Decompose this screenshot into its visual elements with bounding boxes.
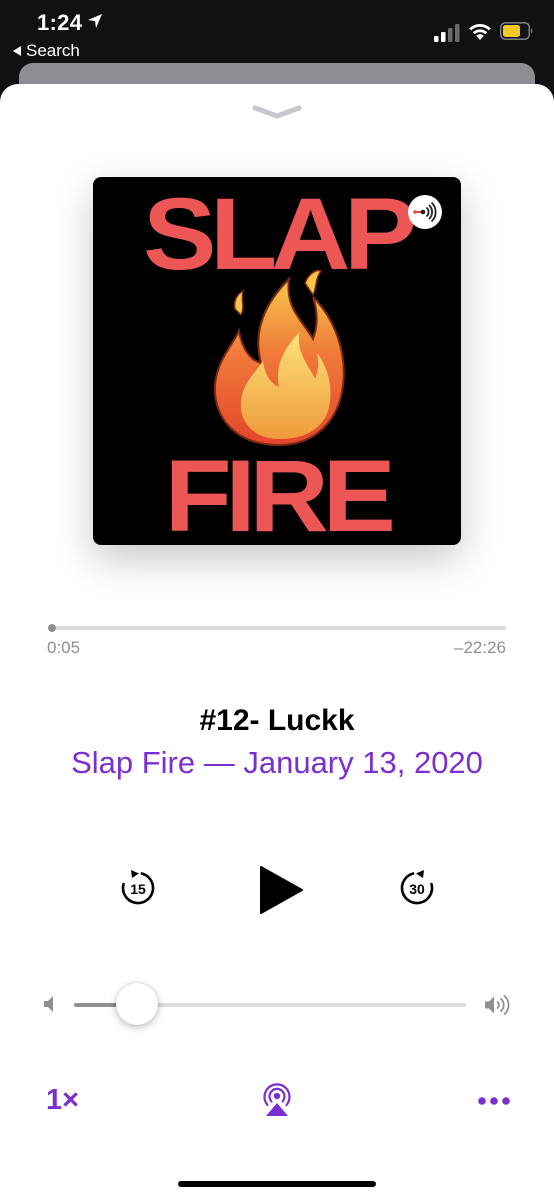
back-link-label: Search [26,41,80,60]
artwork-title-bottom: FIRE [164,439,395,545]
location-arrow-icon [88,14,102,28]
home-indicator[interactable] [178,1181,376,1187]
podcast-artwork: SLAP FIRE [93,177,461,545]
volume-low-icon [44,996,53,1012]
skip-forward-seconds: 30 [409,881,425,897]
dismiss-chevron-icon[interactable] [251,104,303,120]
playback-progress-bar[interactable] [50,626,506,630]
back-triangle-icon [13,46,21,56]
progress-scrubber[interactable] [48,624,56,632]
airplay-icon[interactable] [259,1081,295,1117]
anchor-logo-icon [408,195,442,229]
volume-high-icon [485,995,510,1015]
remaining-time: –22:26 [454,638,506,657]
wifi-icon [469,24,491,40]
playback-speed-button[interactable]: 1× [46,1084,79,1117]
skip-back-15-button[interactable]: 15 [118,868,158,908]
episode-title: #12- Luckk [199,704,355,737]
skip-forward-30-button[interactable]: 30 [397,868,437,908]
battery-icon [500,22,533,40]
cellular-signal-icon [434,24,460,42]
more-options-icon[interactable] [478,1096,510,1106]
volume-slider-knob[interactable] [116,983,158,1025]
fire-emoji-icon [213,269,345,447]
skip-back-seconds: 15 [130,881,146,897]
status-bar: 1:24 Search [0,0,554,64]
episode-show-date-link[interactable]: Slap Fire — January 13, 2020 [0,745,554,781]
clock: 1:24 [37,10,83,35]
play-button[interactable] [258,864,304,916]
elapsed-time: 0:05 [47,638,81,657]
back-to-search-link[interactable]: Search [13,41,80,61]
